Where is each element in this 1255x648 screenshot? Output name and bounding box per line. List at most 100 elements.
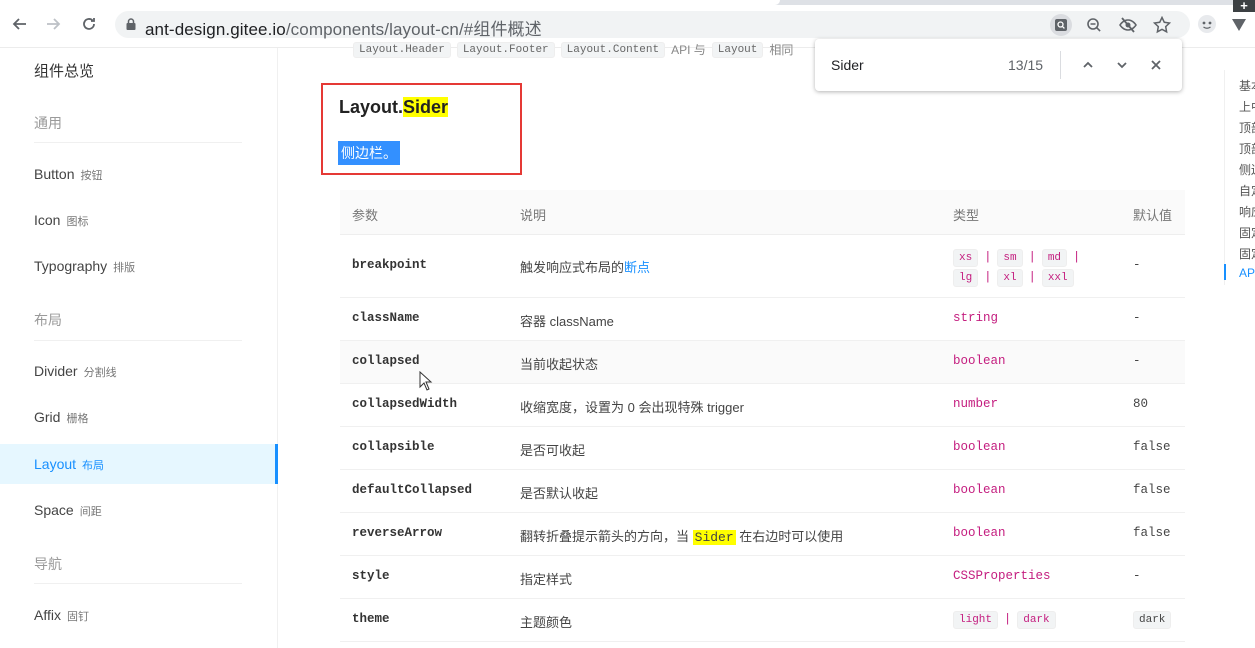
type-cell: boolean: [953, 483, 1006, 497]
active-tab[interactable]: [0, 0, 780, 5]
desc-text: 触发响应式布局的: [520, 260, 625, 275]
type-cell: number: [953, 397, 999, 411]
sidebar-item-icon[interactable]: Icon 图标: [34, 212, 88, 229]
sidebar-group-navigation: 导航: [34, 556, 62, 572]
anchor-item[interactable]: 侧边: [1239, 161, 1255, 178]
sidebar-item-sublabel: 栅格: [66, 413, 89, 425]
type-cell: boolean: [953, 440, 1006, 454]
type-chip: dark: [1017, 611, 1056, 629]
divider: [34, 142, 242, 143]
param-cell: breakpoint: [352, 258, 428, 272]
default-cell: false: [1133, 526, 1171, 540]
anchor-active-bar: [1224, 264, 1226, 280]
anchor-track: [1224, 70, 1225, 285]
default-cell: -: [1133, 311, 1141, 325]
intro-text: 相同: [769, 43, 794, 57]
sidebar-item-label: Icon: [34, 212, 61, 228]
column-header-default: 默认值: [1133, 208, 1173, 223]
anchor-item[interactable]: 顶部: [1239, 119, 1255, 136]
pipe-separator: |: [1028, 250, 1036, 264]
desc-cell: 触发响应式布局的断点: [520, 257, 650, 276]
anchor-item[interactable]: 响应: [1239, 203, 1255, 220]
anchor-item[interactable]: 固定: [1239, 224, 1255, 241]
forward-icon[interactable]: [43, 13, 65, 35]
new-tab-button[interactable]: +: [1233, 0, 1255, 12]
type-chip: lg: [953, 269, 979, 287]
breakpoint-link[interactable]: 断点: [624, 260, 650, 275]
anchor-item-api[interactable]: API: [1239, 266, 1255, 280]
find-input[interactable]: Sider: [831, 57, 864, 73]
divider: [1060, 51, 1061, 79]
code-chip: Layout.Content: [560, 41, 666, 58]
sidebar-item-affix[interactable]: Affix 固钉: [34, 607, 89, 624]
anchor-item[interactable]: 顶部: [1239, 140, 1255, 157]
desc-cell: 容器 className: [520, 314, 614, 329]
profile-icon[interactable]: [1197, 14, 1217, 34]
pipe-separator: |: [984, 270, 992, 284]
param-cell: collapsed: [352, 354, 420, 368]
sidebar-item-space[interactable]: Space 间距: [34, 502, 102, 519]
type-cell: string: [953, 311, 999, 325]
anchor-item[interactable]: 基本: [1239, 77, 1255, 94]
eye-off-icon[interactable]: [1117, 14, 1139, 36]
anchor-item[interactable]: 自定: [1239, 182, 1255, 199]
table-row: className 容器 className string -: [340, 298, 1185, 341]
star-icon[interactable]: [1151, 14, 1173, 36]
table-row: collapsible 是否可收起 boolean false: [340, 427, 1185, 470]
type-cell: CSSProperties: [953, 569, 1051, 583]
pipe-separator: |: [1073, 250, 1081, 264]
table-row: breakpoint 触发响应式布局的断点 xs | sm | md | lg | xl | xx…: [340, 235, 1185, 298]
sidebar-item-sublabel: 图标: [66, 216, 89, 228]
default-cell: 80: [1133, 397, 1149, 411]
sidebar-item-label: Layout: [34, 456, 77, 472]
sidebar-item-sublabel: 分割线: [83, 367, 117, 379]
default-cell: dark: [1133, 611, 1172, 629]
reload-icon[interactable]: [78, 13, 100, 35]
default-cell: -: [1133, 258, 1141, 272]
param-cell: collapsedWidth: [352, 397, 458, 411]
desc-cell: 主题颜色: [520, 615, 573, 630]
extension-icon[interactable]: [1229, 14, 1249, 34]
find-icon[interactable]: [1050, 14, 1072, 36]
type-chip: xxl: [1041, 269, 1074, 287]
sidebar-item-grid[interactable]: Grid 栅格: [34, 409, 88, 426]
lock-icon[interactable]: [124, 17, 138, 31]
table-row: collapsedWidth 收缩宽度，设置为 0 会出现特殊 trigger …: [340, 384, 1185, 427]
chevron-up-icon: [1083, 61, 1093, 68]
back-icon[interactable]: [8, 13, 30, 35]
find-bar: Sider 13/15: [815, 39, 1182, 91]
sidebar-item-layout[interactable]: Layout 布局: [34, 456, 104, 473]
param-cell: theme: [352, 612, 390, 626]
address-bar[interactable]: ant-design.gitee.io/components/layout-cn…: [115, 11, 1190, 40]
column-header-desc: 说明: [520, 208, 547, 223]
table-row: style 指定样式 CSSProperties -: [340, 556, 1185, 599]
sidebar-item-label: Button: [34, 166, 75, 182]
column-header-type: 类型: [953, 208, 980, 223]
sidebar-item-button[interactable]: Button 按钮: [34, 166, 102, 183]
desc-cell: 指定样式: [520, 572, 573, 587]
zoom-icon[interactable]: [1083, 14, 1105, 36]
sidebar-item-sublabel: 按钮: [80, 170, 103, 182]
search-highlight: Sider: [692, 530, 736, 545]
sidebar-item-overview[interactable]: 组件总览: [34, 60, 94, 81]
param-cell: defaultCollapsed: [352, 483, 473, 497]
find-previous-button[interactable]: [1077, 54, 1099, 76]
url-text[interactable]: ant-design.gitee.io/components/layout-cn…: [145, 15, 542, 40]
column-header-param: 参数: [352, 208, 379, 223]
code-chip: Layout: [711, 41, 764, 58]
find-close-button[interactable]: [1145, 54, 1167, 76]
param-cell: reverseArrow: [352, 526, 443, 540]
param-cell: collapsible: [352, 440, 435, 454]
default-chip: dark: [1133, 611, 1172, 629]
sidebar-item-typography[interactable]: Typography 排版: [34, 258, 135, 275]
pipe-separator: |: [1004, 612, 1012, 626]
anchor-item[interactable]: 上中: [1239, 98, 1255, 115]
default-cell: -: [1133, 569, 1141, 583]
desc-cell: 是否可收起: [520, 443, 586, 458]
anchor-item[interactable]: 固定: [1239, 245, 1255, 262]
find-next-button[interactable]: [1111, 54, 1133, 76]
table-header: 参数 说明 类型 默认值: [340, 190, 1185, 235]
sidebar-item-label: Divider: [34, 363, 78, 379]
anchor-nav: 基本 上中 顶部 顶部 侧边 自定 响应 固定 固定 API: [1224, 70, 1255, 285]
sidebar-item-divider[interactable]: Divider 分割线: [34, 363, 117, 380]
